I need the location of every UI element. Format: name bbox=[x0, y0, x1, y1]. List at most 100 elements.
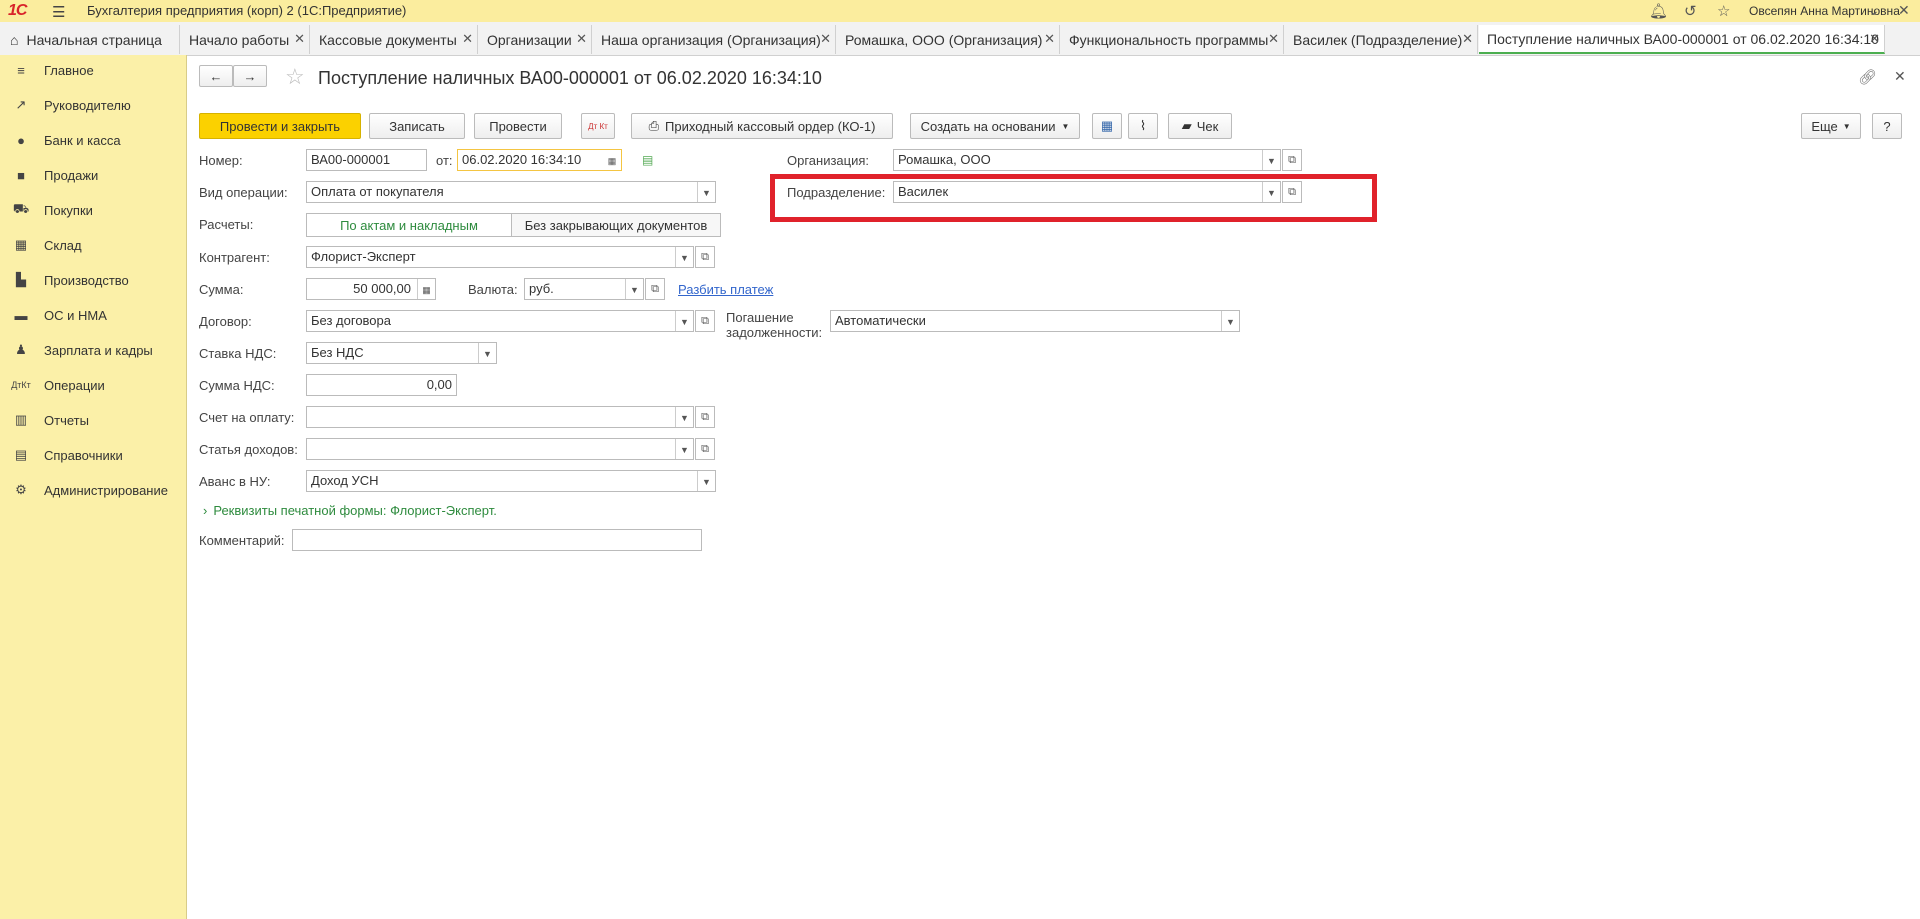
open-currency-button[interactable]: ⧉ bbox=[645, 278, 665, 300]
open-invoice-button[interactable]: ⧉ bbox=[695, 406, 715, 428]
open-contract-button[interactable]: ⧉ bbox=[695, 310, 715, 332]
minimize-icon[interactable]: ⌄ bbox=[1868, 2, 1880, 19]
structure-button[interactable]: ▦ bbox=[1092, 113, 1122, 139]
calendar-icon[interactable]: ▦ bbox=[603, 150, 621, 170]
contractor-value: Флорист-Эксперт bbox=[311, 249, 416, 264]
chevron-down-icon[interactable]: ▼ bbox=[478, 343, 496, 363]
split-payment-link[interactable]: Разбить платеж bbox=[678, 282, 773, 297]
bell-icon[interactable]: 🔔︎ bbox=[1649, 2, 1668, 20]
open-contractor-button[interactable]: ⧉ bbox=[695, 246, 715, 268]
sidebar-item-admin[interactable]: ⚙ Администрирование bbox=[0, 475, 186, 505]
operation-value: Оплата от покупателя bbox=[311, 184, 444, 199]
chevron-down-icon[interactable]: ▼ bbox=[1262, 150, 1280, 170]
tab-start[interactable]: Начало работы ✕ bbox=[181, 25, 310, 54]
chevron-down-icon[interactable]: ▼ bbox=[625, 279, 643, 299]
sidebar-item-reports[interactable]: ▥ Отчеты bbox=[0, 405, 186, 435]
dt-kt-button[interactable]: Дт Кт bbox=[581, 113, 615, 139]
sidebar-item-label: Отчеты bbox=[44, 412, 89, 428]
help-button[interactable]: ? bbox=[1872, 113, 1902, 139]
open-organization-button[interactable]: ⧉ bbox=[1282, 149, 1302, 171]
chevron-down-icon[interactable]: ▼ bbox=[675, 247, 693, 267]
close-icon[interactable]: ✕ bbox=[576, 31, 587, 47]
tab-vasilek[interactable]: Василек (Подразделение) ✕ bbox=[1285, 25, 1478, 54]
chevron-down-icon[interactable]: ▼ bbox=[1221, 311, 1239, 331]
chevron-down-icon[interactable]: ▼ bbox=[675, 439, 693, 459]
operation-select[interactable]: Оплата от покупателя ▼ bbox=[306, 181, 716, 203]
tab-functionality[interactable]: Функциональность программы ✕ bbox=[1061, 25, 1284, 54]
close-icon[interactable]: ✕ bbox=[820, 31, 831, 47]
close-icon[interactable]: ✕ bbox=[1894, 68, 1906, 85]
currency-label: Валюта: bbox=[468, 282, 518, 297]
star-icon[interactable]: ☆ bbox=[1717, 2, 1730, 20]
currency-select[interactable]: руб. ▼ bbox=[524, 278, 644, 300]
sidebar-item-operations[interactable]: ДтКт Операции bbox=[0, 370, 186, 400]
save-button[interactable]: Записать bbox=[369, 113, 465, 139]
bar-chart-icon: ▥ bbox=[14, 412, 28, 427]
open-income-item-button[interactable]: ⧉ bbox=[695, 438, 715, 460]
vat-rate-select[interactable]: Без НДС ▼ bbox=[306, 342, 497, 364]
close-icon[interactable]: ✕ bbox=[1268, 31, 1279, 47]
vat-sum-field[interactable]: 0,00 bbox=[306, 374, 457, 396]
calculator-icon[interactable]: ▦ bbox=[417, 279, 435, 299]
contractor-select[interactable]: Флорист-Эксперт ▼ bbox=[306, 246, 694, 268]
print-details-toggle[interactable]: › Реквизиты печатной формы: Флорист-Экспе… bbox=[203, 503, 497, 518]
sidebar-item-manager[interactable]: ↗ Руководителю bbox=[0, 90, 186, 120]
page-title: Поступление наличных ВА00-000001 от 06.0… bbox=[318, 68, 822, 88]
sum-field[interactable]: 50 000,00 ▦ bbox=[306, 278, 436, 300]
sidebar-item-sales[interactable]: ■ Продажи bbox=[0, 160, 186, 190]
tab-romashka[interactable]: Ромашка, ООО (Организация) ✕ bbox=[837, 25, 1060, 54]
print-pko-button[interactable]: ⎙ Приходный кассовый ордер (КО-1) bbox=[631, 113, 893, 139]
sidebar-item-purchases[interactable]: ⛟ Покупки bbox=[0, 195, 186, 225]
sidebar-item-salary[interactable]: ♟ Зарплата и кадры bbox=[0, 335, 186, 365]
chevron-down-icon[interactable]: ▼ bbox=[675, 311, 693, 331]
post-button[interactable]: Провести bbox=[474, 113, 562, 139]
sidebar-item-warehouse[interactable]: ▦ Склад bbox=[0, 230, 186, 260]
income-item-select[interactable]: ▼ bbox=[306, 438, 694, 460]
history-icon[interactable]: ↺ bbox=[1684, 2, 1697, 20]
advance-select[interactable]: Доход УСН ▼ bbox=[306, 470, 716, 492]
sidebar-item-references[interactable]: ▤ Справочники bbox=[0, 440, 186, 470]
chevron-down-icon[interactable]: ▼ bbox=[697, 182, 715, 202]
settle-option-acts[interactable]: По актам и накладным bbox=[306, 213, 512, 237]
close-icon[interactable]: ✕ bbox=[294, 31, 305, 47]
close-icon[interactable]: ✕ bbox=[1044, 31, 1055, 47]
more-button[interactable]: Еще ▼ bbox=[1801, 113, 1861, 139]
settle-option-none[interactable]: Без закрывающих документов bbox=[511, 213, 721, 237]
forward-button[interactable]: → bbox=[233, 65, 267, 87]
organization-select[interactable]: Ромашка, ООО ▼ bbox=[893, 149, 1281, 171]
chevron-down-icon[interactable]: ▼ bbox=[697, 471, 715, 491]
link-icon[interactable]: 🔗︎ bbox=[1858, 68, 1877, 86]
sidebar-item-bank[interactable]: ● Банк и касса bbox=[0, 125, 186, 155]
sidebar-item-main[interactable]: ≡ Главное bbox=[0, 55, 186, 85]
main-menu-icon[interactable]: ☰ bbox=[52, 3, 65, 21]
close-icon[interactable]: ✕ bbox=[462, 31, 473, 47]
receipt-button[interactable]: ▰ Чек bbox=[1168, 113, 1232, 139]
chart-up-icon: ↗ bbox=[15, 97, 27, 112]
contract-select[interactable]: Без договора ▼ bbox=[306, 310, 694, 332]
close-icon[interactable]: ✕ bbox=[1869, 31, 1880, 47]
number-field[interactable]: ВА00-000001 bbox=[306, 149, 427, 171]
tab-home[interactable]: ⌂ Начальная страница bbox=[0, 25, 180, 54]
debt-select[interactable]: Автоматически ▼ bbox=[830, 310, 1240, 332]
open-icon: ⧉ bbox=[651, 282, 659, 295]
tab-our-org[interactable]: Наша организация (Организация) ✕ bbox=[593, 25, 836, 54]
back-button[interactable]: ← bbox=[199, 65, 233, 87]
invoice-select[interactable]: ▼ bbox=[306, 406, 694, 428]
tab-cash-receipt[interactable]: Поступление наличных ВА00-000001 от 06.0… bbox=[1479, 25, 1885, 54]
star-icon[interactable]: ☆ bbox=[285, 64, 305, 90]
debt-label-line2: задолженности: bbox=[726, 325, 823, 340]
close-window-icon[interactable]: ✕ bbox=[1898, 2, 1910, 19]
create-based-button[interactable]: Создать на основании ▼ bbox=[910, 113, 1080, 139]
date-field[interactable]: 06.02.2020 16:34:10 ▦ bbox=[457, 149, 622, 171]
post-and-close-button[interactable]: Провести и закрыть bbox=[199, 113, 361, 139]
tab-organizations[interactable]: Организации ✕ bbox=[479, 25, 592, 54]
receipt-label: Чек bbox=[1196, 118, 1219, 134]
tab-cash-docs[interactable]: Кассовые документы ✕ bbox=[311, 25, 478, 54]
settlements-label: Расчеты: bbox=[199, 217, 254, 232]
close-icon[interactable]: ✕ bbox=[1462, 31, 1473, 47]
sidebar-item-production[interactable]: ▙ Производство bbox=[0, 265, 186, 295]
comment-field[interactable] bbox=[292, 529, 702, 551]
chevron-down-icon[interactable]: ▼ bbox=[675, 407, 693, 427]
sidebar-item-assets[interactable]: ▬ ОС и НМА bbox=[0, 300, 186, 330]
attach-button[interactable]: ⌇ bbox=[1128, 113, 1158, 139]
